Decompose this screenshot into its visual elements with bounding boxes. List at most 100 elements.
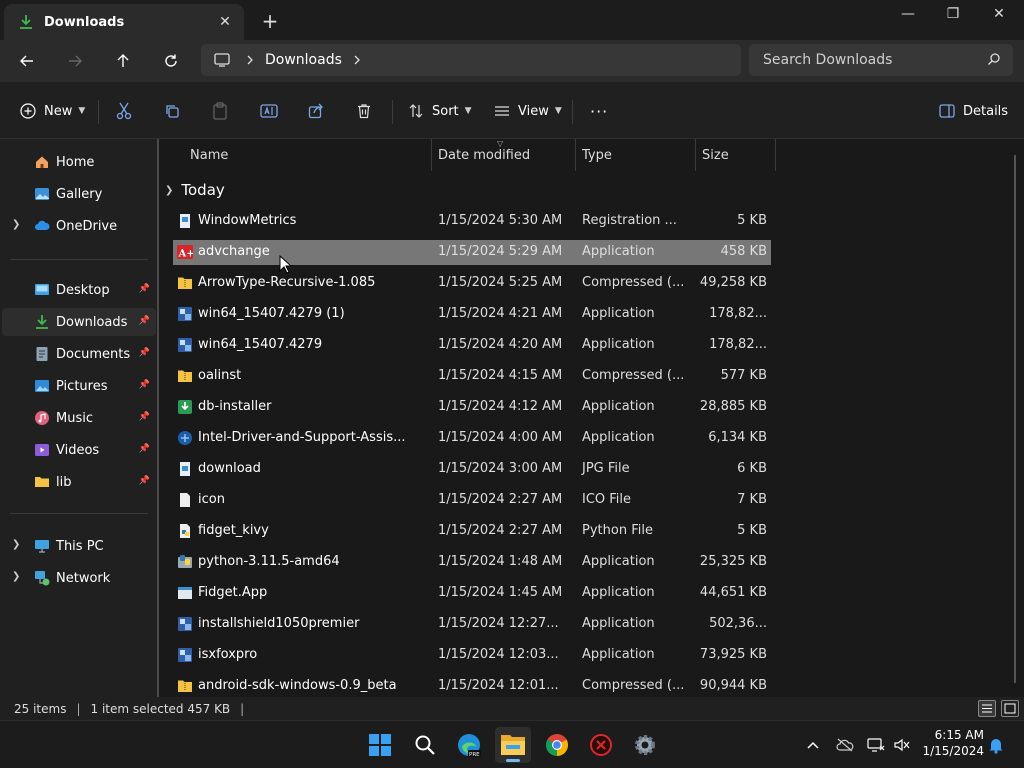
forward-button[interactable] — [60, 47, 90, 75]
sidebar-item-downloads[interactable]: Downloads 📌 — [2, 308, 156, 336]
sort-button[interactable]: Sort ▼ — [408, 98, 472, 124]
refresh-button[interactable] — [156, 47, 186, 75]
file-row[interactable]: installshield1050premier 1/15/2024 12:27.… — [173, 612, 771, 637]
sidebar-item-this-pc[interactable]: ❯ This PC — [2, 532, 156, 560]
file-row[interactable]: ArrowType-Recursive-1.085 1/15/2024 5:25 … — [173, 271, 771, 296]
taskbar-red-app[interactable] — [583, 727, 619, 763]
taskbar-file-explorer[interactable] — [495, 727, 531, 763]
file-row[interactable]: win64_15407.4279 1/15/2024 4:20 AM Applica… — [173, 333, 771, 358]
pin-icon[interactable]: 📌 — [139, 316, 150, 326]
copy-button[interactable] — [164, 98, 180, 124]
file-size: 178,82... — [709, 306, 767, 321]
taskbar-search-button[interactable] — [407, 727, 443, 763]
status-selection: 1 item selected 457 KB — [90, 701, 231, 716]
tab-close-icon[interactable]: ✕ — [214, 11, 236, 33]
new-button[interactable]: New ▼ — [20, 98, 85, 124]
share-button[interactable] — [308, 98, 324, 124]
sidebar-item-label: OneDrive — [56, 218, 118, 234]
chevron-right-icon[interactable]: ❯ — [12, 571, 20, 582]
file-row[interactable]: db-installer 1/15/2024 4:12 AM Application… — [173, 395, 771, 420]
pin-icon[interactable]: 📌 — [139, 380, 150, 390]
command-bar: New ▼ Sort ▼ View ▼ ··· Details — [0, 82, 1024, 139]
file-row[interactable]: Fidget.App 1/15/2024 1:45 AM Application 44… — [173, 581, 771, 606]
delete-button[interactable] — [356, 98, 372, 124]
sidebar-item-music[interactable]: Music 📌 — [2, 404, 156, 432]
sidebar-item-videos[interactable]: Videos 📌 — [2, 436, 156, 464]
sidebar-item-pictures[interactable]: Pictures 📌 — [2, 372, 156, 400]
sidebar-item-documents[interactable]: Documents 📌 — [2, 340, 156, 368]
gallery-icon — [35, 188, 49, 200]
details-pane-button[interactable]: Details — [939, 98, 1008, 124]
more-options-button[interactable]: ··· — [590, 98, 608, 124]
volume-muted-icon[interactable] — [892, 735, 912, 755]
sidebar-item-home[interactable]: Home — [2, 148, 156, 176]
maximize-button[interactable]: ❐ — [930, 0, 976, 28]
pin-icon[interactable]: 📌 — [139, 476, 150, 486]
file-size: 25,325 KB — [699, 554, 767, 569]
column-header-name[interactable]: Name — [184, 139, 432, 171]
chevron-down-icon[interactable]: ❯ — [165, 185, 173, 196]
new-tab-button[interactable]: + — [258, 9, 282, 33]
back-button[interactable] — [12, 47, 42, 75]
address-bar[interactable]: Downloads — [201, 44, 741, 76]
python-installer-icon — [178, 555, 192, 568]
cut-button[interactable] — [116, 98, 132, 124]
file-row[interactable]: WindowMetrics 1/15/2024 5:30 AM Registrati… — [173, 209, 771, 234]
column-header-type[interactable]: Type — [576, 139, 696, 171]
file-row[interactable]: android-sdk-windows-0.9_beta 1/15/2024 12… — [173, 674, 771, 697]
search-box[interactable] — [749, 44, 1013, 76]
file-row[interactable]: download 1/15/2024 3:00 AM JPG File 6 KB — [173, 457, 771, 482]
column-header-date[interactable]: Date modified — [432, 139, 576, 171]
installer-icon — [178, 307, 192, 321]
file-row[interactable]: fidget_kivy 1/15/2024 2:27 AM Python File 5… — [173, 519, 771, 544]
sidebar-item-desktop[interactable]: Desktop 📌 — [2, 276, 156, 304]
pin-icon[interactable]: 📌 — [139, 412, 150, 422]
details-view-toggle[interactable] — [978, 700, 996, 717]
file-row[interactable]: A+ advchange 1/15/2024 5:29 AM Application 4… — [173, 240, 771, 265]
rename-button[interactable] — [260, 98, 278, 124]
svg-text:A+: A+ — [178, 249, 194, 260]
tab-downloads[interactable]: Downloads ✕ — [4, 4, 244, 40]
this-pc-icon — [35, 540, 49, 553]
file-list-scrollbar[interactable] — [1014, 155, 1016, 683]
paste-button[interactable] — [212, 98, 228, 124]
sort-label: Sort — [432, 103, 459, 119]
pin-icon[interactable]: 📌 — [139, 348, 150, 358]
pin-icon[interactable]: 📌 — [139, 444, 150, 454]
sidebar-item-gallery[interactable]: Gallery — [2, 180, 156, 208]
file-row[interactable]: isxfoxpro 1/15/2024 12:03... Application 73… — [173, 643, 771, 668]
taskbar-settings[interactable] — [627, 727, 663, 763]
file-row[interactable]: oalinst 1/15/2024 4:15 AM Compressed (... 5… — [173, 364, 771, 389]
file-row[interactable]: win64_15407.4279 (1) 1/15/2024 4:21 AM App… — [173, 302, 771, 327]
view-button[interactable]: View ▼ — [494, 98, 562, 124]
sidebar-item-lib[interactable]: lib 📌 — [2, 468, 156, 496]
status-divider: | — [76, 701, 81, 716]
sidebar-item-onedrive[interactable]: ❯ OneDrive — [2, 212, 156, 240]
group-header-today[interactable]: ❯ Today — [165, 179, 225, 201]
search-input[interactable] — [763, 52, 973, 68]
chevron-right-icon[interactable]: ❯ — [12, 539, 20, 550]
up-button[interactable] — [108, 47, 138, 75]
taskbar-chrome[interactable] — [539, 727, 575, 763]
file-row[interactable]: icon 1/15/2024 2:27 AM ICO File 7 KB — [173, 488, 771, 513]
taskbar-edge[interactable]: PRE — [451, 727, 487, 763]
onedrive-offline-icon[interactable] — [835, 735, 855, 755]
tray-overflow-chevron-icon[interactable] — [803, 735, 823, 755]
column-header-size[interactable]: Size — [696, 139, 776, 171]
large-icons-view-toggle[interactable] — [1001, 700, 1019, 717]
notification-bell-icon[interactable] — [986, 735, 1006, 755]
sidebar-item-network[interactable]: ❯ Network — [2, 564, 156, 592]
pin-icon[interactable]: 📌 — [139, 284, 150, 294]
settings-icon — [635, 735, 655, 755]
start-button[interactable] — [362, 727, 398, 763]
minimize-button[interactable]: — — [885, 0, 931, 28]
network-tray-icon[interactable] — [866, 735, 886, 755]
chevron-right-icon[interactable]: ❯ — [12, 219, 20, 230]
breadcrumb-downloads[interactable]: Downloads — [265, 52, 342, 68]
arrow-right-icon — [69, 55, 82, 67]
chevron-right-icon[interactable] — [352, 54, 362, 66]
file-row[interactable]: Intel-Driver-and-Support-Assis... 1/15/20… — [173, 426, 771, 451]
close-button[interactable]: ✕ — [976, 0, 1022, 28]
file-row[interactable]: python-3.11.5-amd64 1/15/2024 1:48 AM Appl… — [173, 550, 771, 575]
taskbar-clock[interactable]: 6:15 AM 1/15/2024 — [920, 727, 984, 759]
